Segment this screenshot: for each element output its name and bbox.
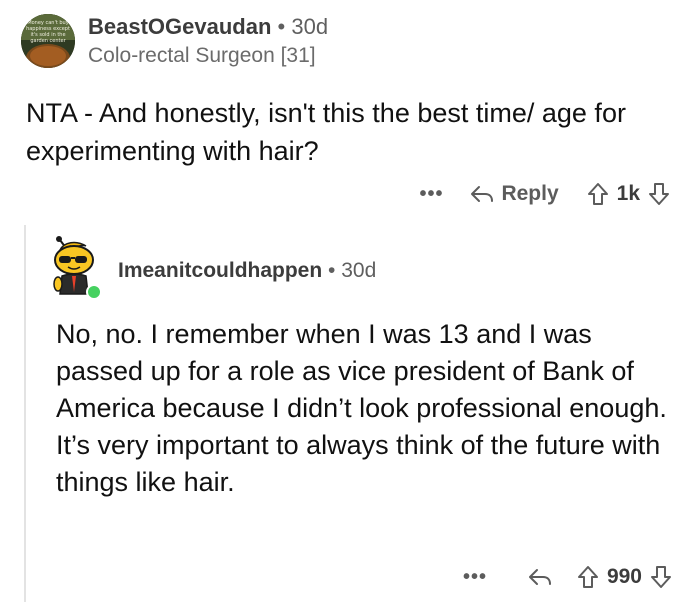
upvote-arrow-icon[interactable] — [587, 182, 609, 206]
meta-separator: • — [328, 259, 336, 282]
comment-age: 30d — [291, 14, 329, 39]
reply-body: No, no. I remember when I was 13 and I w… — [56, 319, 667, 497]
more-options-button[interactable]: ••• — [463, 566, 487, 589]
username-link[interactable]: Imeanitcouldhappen — [118, 259, 322, 282]
user-flair: Colo-rectal Surgeon [31] — [88, 44, 316, 67]
meta-separator: • — [277, 14, 286, 39]
username-link[interactable]: BeastOGevaudan — [88, 14, 271, 39]
comment-age: 30d — [341, 259, 377, 282]
reply-arrow-icon — [528, 569, 551, 585]
comment-body: NTA - And honestly, isn't this the best … — [26, 98, 626, 166]
vote-score: 1k — [616, 182, 640, 205]
reply-arrow-icon — [471, 186, 494, 202]
more-options-button[interactable]: ••• — [419, 183, 443, 206]
thread-line[interactable] — [24, 225, 26, 602]
reply-actions: ••• 990 — [463, 560, 672, 594]
reply-meta: Imeanitcouldhappen • 30d — [118, 259, 376, 283]
reply-button[interactable]: Reply — [469, 182, 559, 206]
reply-button[interactable] — [527, 567, 553, 587]
upvote-arrow-icon[interactable] — [577, 565, 599, 589]
comment-actions: ••• Reply 1k — [419, 177, 670, 211]
svg-text:garden center: garden center — [30, 38, 66, 44]
avatar[interactable]: Money can't buy happiness except it's so… — [21, 14, 75, 68]
comment-meta: BeastOGevaudan • 30d — [88, 14, 328, 40]
reply-label: Reply — [501, 182, 559, 205]
downvote-arrow-icon[interactable] — [650, 565, 672, 589]
vote-score: 990 — [606, 565, 642, 588]
avatar-image: Money can't buy happiness except it's so… — [21, 14, 75, 68]
downvote-arrow-icon[interactable] — [648, 182, 670, 206]
online-status-indicator — [86, 284, 102, 300]
vote-controls: 1k — [587, 182, 670, 206]
vote-controls: 990 — [577, 565, 672, 589]
